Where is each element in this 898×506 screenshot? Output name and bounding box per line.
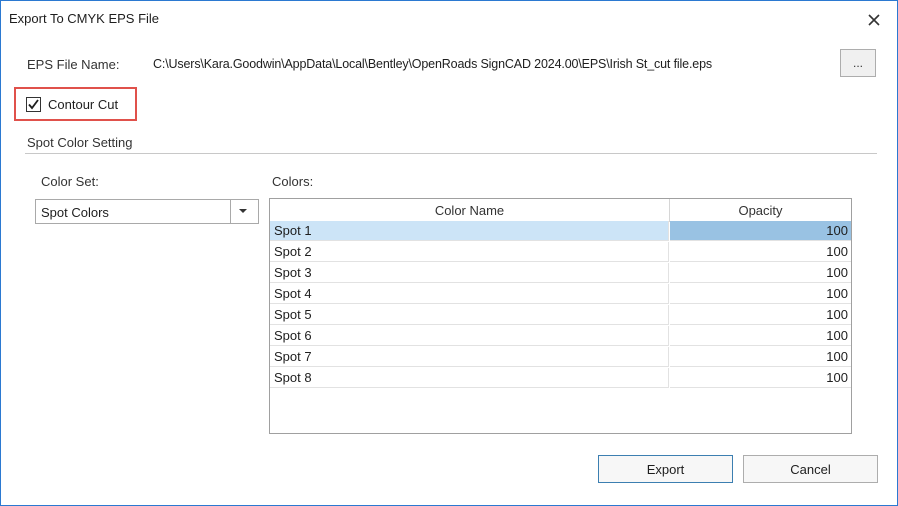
table-row[interactable]: Spot 5 100 xyxy=(270,305,851,326)
spot-color-setting-title: Spot Color Setting xyxy=(27,135,133,150)
color-name-cell[interactable]: Spot 1 xyxy=(270,221,669,241)
color-set-label: Color Set: xyxy=(41,174,99,189)
table-row[interactable]: Spot 7 100 xyxy=(270,347,851,368)
title-bar: Export To CMYK EPS File xyxy=(1,1,897,37)
opacity-cell[interactable]: 100 xyxy=(670,326,851,346)
color-set-value: Spot Colors xyxy=(41,205,109,220)
color-name-cell[interactable]: Spot 4 xyxy=(270,284,669,304)
table-row[interactable]: Spot 6 100 xyxy=(270,326,851,347)
export-cmyk-eps-dialog: Export To CMYK EPS File EPS File Name: C… xyxy=(0,0,898,506)
color-name-cell[interactable]: Spot 8 xyxy=(270,368,669,388)
color-name-cell[interactable]: Spot 5 xyxy=(270,305,669,325)
colors-table[interactable]: Color Name Opacity Spot 1 100 Spot 2 100 Spo… xyxy=(269,198,852,434)
eps-file-name-label: EPS File Name: xyxy=(27,57,120,72)
color-name-cell[interactable]: Spot 3 xyxy=(270,263,669,283)
opacity-cell[interactable]: 100 xyxy=(670,263,851,283)
contour-cut-highlight: Contour Cut xyxy=(14,87,137,121)
checkmark-icon xyxy=(28,99,39,110)
color-name-cell[interactable]: Spot 6 xyxy=(270,326,669,346)
close-icon xyxy=(868,14,880,26)
opacity-cell[interactable]: 100 xyxy=(670,347,851,367)
close-button[interactable] xyxy=(859,7,889,33)
browse-button[interactable]: ... xyxy=(840,49,876,77)
table-row[interactable]: Spot 4 100 xyxy=(270,284,851,305)
table-header: Color Name Opacity xyxy=(270,199,851,222)
export-button[interactable]: Export xyxy=(598,455,733,483)
opacity-cell[interactable]: 100 xyxy=(670,242,851,262)
dropdown-divider xyxy=(230,200,231,223)
opacity-cell[interactable]: 100 xyxy=(670,368,851,388)
chevron-down-icon[interactable] xyxy=(238,207,248,215)
color-name-cell[interactable]: Spot 2 xyxy=(270,242,669,262)
column-header-opacity[interactable]: Opacity xyxy=(670,203,851,218)
cancel-button[interactable]: Cancel xyxy=(743,455,878,483)
colors-label: Colors: xyxy=(272,174,314,189)
table-row[interactable]: Spot 8 100 xyxy=(270,368,851,389)
table-row[interactable]: Spot 3 100 xyxy=(270,263,851,284)
contour-cut-label[interactable]: Contour Cut xyxy=(48,97,118,112)
opacity-cell[interactable]: 100 xyxy=(670,305,851,325)
table-row[interactable]: Spot 2 100 xyxy=(270,242,851,263)
color-name-cell[interactable]: Spot 7 xyxy=(270,347,669,367)
column-header-color-name[interactable]: Color Name xyxy=(270,203,669,218)
color-set-dropdown[interactable]: Spot Colors xyxy=(35,199,259,224)
opacity-cell[interactable]: 100 xyxy=(670,221,851,241)
section-divider xyxy=(25,153,877,154)
eps-file-path: C:\Users\Kara.Goodwin\AppData\Local\Bent… xyxy=(153,57,712,71)
contour-cut-checkbox[interactable] xyxy=(26,97,41,112)
window-title: Export To CMYK EPS File xyxy=(9,11,160,26)
table-row[interactable]: Spot 1 100 xyxy=(270,221,851,242)
opacity-cell[interactable]: 100 xyxy=(670,284,851,304)
